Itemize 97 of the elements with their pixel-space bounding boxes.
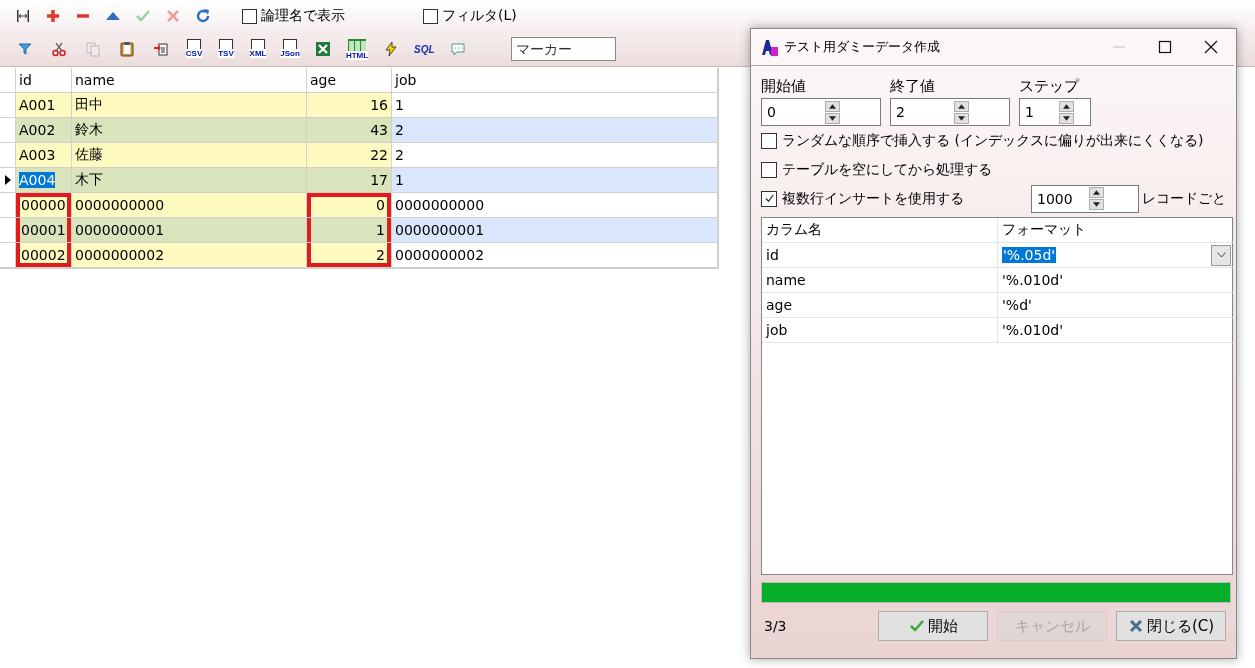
table-cell: 2 [392, 118, 718, 143]
sql-button[interactable]: SQL [414, 43, 435, 55]
number-field[interactable]: 1000 [1031, 184, 1139, 213]
table-cell: 1 [392, 93, 718, 118]
table-cell: 00000 [16, 193, 72, 218]
unit-label: レコードごと [1142, 189, 1226, 208]
field-label: 開始値 [761, 76, 807, 97]
table-cell: '%.010d' [1002, 272, 1064, 288]
close-dialog-button[interactable]: 閉じる(C) [1116, 611, 1226, 641]
spin-up-button[interactable] [953, 100, 969, 112]
table-cell: 0000000000 [392, 193, 718, 218]
column-header[interactable]: id [16, 68, 72, 93]
export-button[interactable]: CSV [184, 39, 204, 59]
table-cell: 1 [307, 218, 392, 243]
export-button[interactable]: JSon [280, 39, 300, 59]
table-cell: '%d' [1002, 297, 1032, 313]
table-cell: id [762, 243, 998, 268]
dialog-title: テスト用ダミーデータ作成 [784, 38, 941, 56]
table-cell: 0 [307, 193, 392, 218]
export-button[interactable]: XML [248, 39, 268, 59]
number-field[interactable]: 0 [761, 98, 881, 126]
table-cell: '%.010d' [1002, 322, 1064, 338]
checkbox[interactable] [761, 132, 777, 149]
table-cell: 鈴木 [72, 118, 307, 143]
table-cell: 2 [307, 243, 392, 268]
html-export-button[interactable]: HTML [346, 38, 368, 60]
option-label: テーブルを空にしてから処理する [782, 160, 992, 179]
number-field[interactable]: 2 [890, 98, 1010, 126]
close-icon [1127, 619, 1144, 633]
table-cell: 17 [307, 168, 392, 193]
table-cell: 00002 [16, 243, 72, 268]
spin-down-button[interactable] [1088, 199, 1104, 210]
column-header[interactable]: job [392, 68, 718, 93]
app-logo-icon [761, 38, 778, 56]
down-triangle-icon [1092, 202, 1100, 207]
maximize-icon [1158, 40, 1172, 54]
down-triangle-icon [957, 115, 965, 121]
up-triangle-icon [957, 103, 965, 109]
table-cell: 田中 [72, 93, 307, 118]
column-header[interactable]: カラム名 [762, 218, 998, 243]
up-triangle-icon [1062, 103, 1070, 109]
table-cell: 00001 [16, 218, 72, 243]
down-triangle-icon [1062, 115, 1070, 121]
column-header[interactable]: name [72, 68, 307, 93]
field-label: ステップ [1019, 76, 1081, 97]
dropdown-button[interactable] [1211, 244, 1231, 266]
spin-down-button[interactable] [953, 112, 969, 124]
checkbox[interactable] [242, 8, 257, 24]
spin-down-button[interactable] [1058, 112, 1074, 124]
column-header[interactable]: age [307, 68, 392, 93]
table-cell: 佐藤 [72, 143, 307, 168]
spin-up-button[interactable] [1088, 187, 1104, 198]
table-cell: 22 [307, 143, 392, 168]
table-cell: 2 [392, 143, 718, 168]
checkbox[interactable] [423, 8, 438, 24]
table-cell: A001 [16, 93, 72, 118]
spin-up-button[interactable] [824, 100, 840, 112]
current-row-icon [4, 175, 11, 185]
table-cell: 0000000002 [72, 243, 307, 268]
table-cell: A002 [16, 118, 72, 143]
option-label: フィルタ(L) [442, 7, 517, 25]
table-cell: age [762, 293, 998, 318]
table-cell: 16 [307, 93, 392, 118]
table-cell: A003 [16, 143, 72, 168]
column-header[interactable]: フォーマット [998, 218, 1234, 243]
table-cell: 0000000000 [72, 193, 307, 218]
checkbox[interactable] [761, 190, 777, 207]
checkmark-icon [908, 619, 925, 633]
row-header[interactable] [0, 168, 16, 193]
table-cell: name [762, 268, 998, 293]
number-field[interactable]: 1 [1019, 98, 1091, 126]
progress-count: 3/3 [763, 618, 788, 634]
chevron-down-icon [1216, 252, 1226, 258]
table-cell: 43 [307, 118, 392, 143]
table-cell: 木下 [72, 168, 307, 193]
table-cell: job [762, 318, 998, 343]
checkbox[interactable] [761, 161, 777, 178]
spin-down-button[interactable] [824, 112, 840, 124]
selected-cell-text: A004 [19, 172, 56, 188]
close-icon [1204, 40, 1218, 54]
up-triangle-icon [1092, 190, 1100, 195]
start-button[interactable]: 開始 [878, 611, 988, 641]
option-label: ランダムな順序で挿入する (インデックスに偏りが出来にくくなる) [782, 131, 1204, 150]
spin-up-button[interactable] [1058, 100, 1074, 112]
table-cell: 0000000001 [72, 218, 307, 243]
field-label: 終了値 [890, 76, 936, 97]
table-cell: 0000000002 [392, 243, 718, 268]
table-cell: 1 [392, 168, 718, 193]
export-button[interactable]: TSV [216, 39, 236, 59]
checkmark-icon [763, 193, 775, 204]
marker-field[interactable]: マーカー [510, 37, 616, 61]
option-label: 論理名で表示 [261, 7, 345, 25]
down-triangle-icon [828, 115, 836, 121]
table-cell: 0000000001 [392, 218, 718, 243]
format-editor[interactable]: '%.05d' [1002, 247, 1057, 263]
option-label: 複数行インサートを使用する [782, 189, 964, 208]
up-triangle-icon [828, 103, 836, 109]
